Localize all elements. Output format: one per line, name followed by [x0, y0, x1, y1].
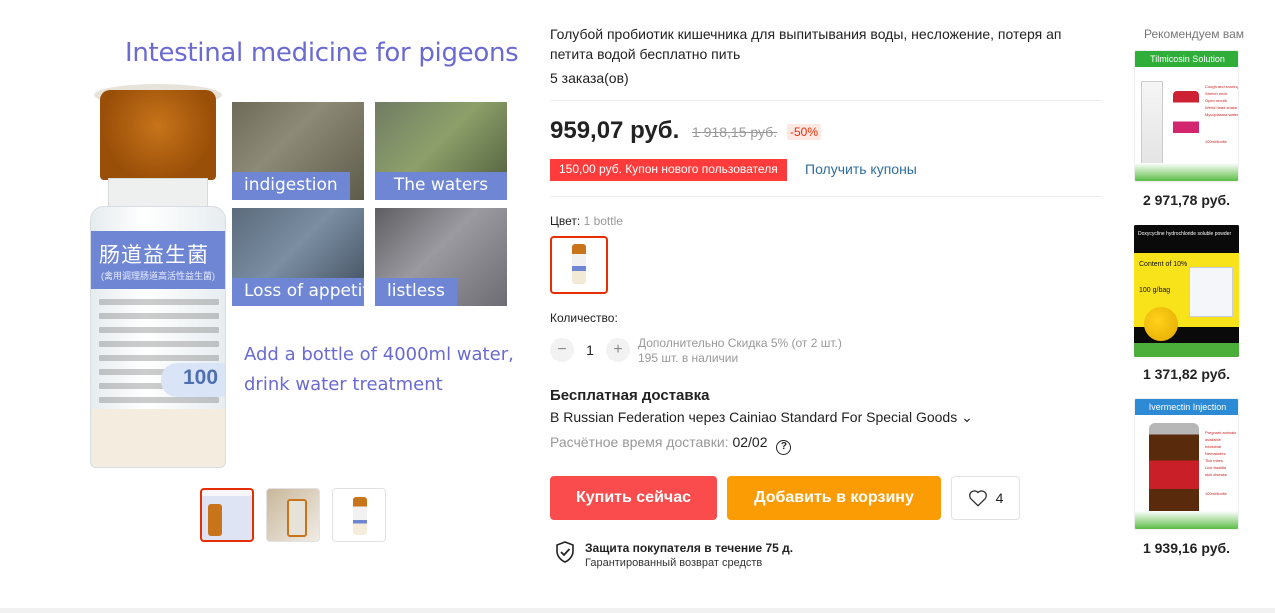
bottle-badge: 100	[161, 363, 225, 397]
symptom-photo-indigestion: indigestion	[232, 102, 364, 200]
quantity-label: Количество:	[550, 311, 618, 325]
orders-count: 5 заказа(ов)	[550, 70, 629, 86]
note-line: Stretch neck	[1205, 91, 1228, 96]
note-line: Nematodes	[1205, 451, 1226, 456]
photo-tag: indigestion	[232, 172, 350, 200]
color-swatch-1-bottle[interactable]	[550, 236, 608, 294]
weight-note: 100 g/bag	[1139, 287, 1171, 294]
color-value: 1 bottle	[583, 214, 623, 228]
recommended-item[interactable]: Doxycycline hydrochloride soluble powder…	[1134, 225, 1239, 357]
old-price: 1 918,15 руб.	[692, 124, 778, 140]
product-label: Doxycycline hydrochloride soluble powder	[1134, 225, 1239, 247]
shipping-method[interactable]: В Russian Federation через Cainiao Stand…	[550, 409, 973, 426]
note-line: 100ml/bottle	[1205, 491, 1227, 496]
add-to-cart-button[interactable]: Добавить в корзину	[727, 476, 941, 520]
note-line: Open mouth	[1205, 98, 1228, 103]
delivery-estimate: Расчётное время доставки: 02/02 ?	[550, 434, 792, 455]
symptom-photo-listless: listless	[375, 208, 507, 306]
symptom-photo-waters: The waters	[375, 102, 507, 200]
bottle-label-cn: 肠道益生菌	[99, 243, 209, 267]
page-divider	[0, 608, 1275, 613]
quantity-note: Дополнительно Скидка 5% (от 2 шт.) 195 ш…	[638, 336, 842, 366]
recommended-item[interactable]: Tilmicosin Solution Cough and snoring St…	[1134, 50, 1239, 182]
photo-tag: listless	[375, 278, 457, 306]
bulk-discount-text: Дополнительно Скидка 5% (от 2 шт.)	[638, 336, 842, 350]
product-title: Голубой пробиотик кишечника для выпитыва…	[550, 26, 1062, 62]
note-line: 100ml/bottle	[1205, 139, 1227, 144]
recommended-price: 1 371,82 руб.	[1142, 366, 1231, 382]
recommended-price: 2 971,78 руб.	[1142, 192, 1231, 208]
delivery-date: 02/02	[732, 434, 768, 450]
thumbnail-3[interactable]	[332, 488, 386, 542]
symptom-photo-appetite: Loss of appetite	[232, 208, 364, 306]
current-price: 959,07 руб.	[550, 117, 680, 144]
discount-badge: -50%	[787, 124, 822, 140]
gallery-usage-text: Add a bottle of 4000ml water, drink wate…	[244, 340, 514, 400]
quantity-minus-button[interactable]: −	[550, 338, 574, 362]
usage-line-1: Add a bottle of 4000ml water,	[244, 344, 514, 365]
stock-text: 195 шт. в наличии	[638, 351, 739, 365]
note-line: Lice fastidid	[1205, 465, 1227, 470]
shipping-method-text: В Russian Federation через Cainiao Stand…	[550, 409, 958, 425]
quantity-input[interactable]: 1	[574, 342, 606, 358]
medicine-bottle-image: 肠道益生菌 (禽用调理肠道高活性益生菌) 100	[86, 84, 228, 470]
thumbnail-1[interactable]	[200, 488, 254, 542]
divider	[550, 100, 1102, 101]
protection-subtitle: Гарантированный возврат средств	[585, 557, 763, 569]
product-notes: Cough and snoring Stretch neck Open mout…	[1205, 83, 1239, 145]
chevron-down-icon: ⌄	[961, 409, 973, 425]
note-line: Weird head shake	[1205, 105, 1238, 110]
photo-tag: Loss of appetite	[232, 278, 364, 306]
usage-line-2: drink water treatment	[244, 374, 443, 395]
buyer-protection: Защита покупателя в течение 75 д. Гарант…	[555, 541, 793, 569]
photo-tag: The waters	[375, 172, 507, 200]
thumbnail-2[interactable]	[266, 488, 320, 542]
color-label-text: Цвет:	[550, 214, 581, 228]
product-label: Ivermectin Injection	[1135, 399, 1238, 415]
divider	[550, 196, 1102, 197]
gallery-title: Intestinal medicine for pigeons	[125, 38, 519, 68]
thumbnail-strip	[200, 488, 386, 542]
recommended-item[interactable]: Ivermectin Injection Pregnant animals av…	[1134, 398, 1239, 530]
quantity-stepper: − 1 +	[550, 338, 630, 362]
content-note: Content of 10%	[1139, 261, 1188, 268]
quantity-plus-button[interactable]: +	[606, 338, 630, 362]
note-line: Pregnant animals available	[1205, 430, 1237, 442]
buy-now-button[interactable]: Купить сейчас	[550, 476, 717, 520]
get-coupons-link[interactable]: Получить купоны	[805, 161, 917, 177]
recommended-title: Рекомендуем вам	[1144, 27, 1245, 41]
product-notes: Pregnant animals available Intestinal Ne…	[1205, 429, 1238, 497]
protection-title: Защита покупателя в течение 75 д.	[585, 541, 794, 555]
note-line: Intestinal	[1205, 444, 1222, 449]
color-label: Цвет: 1 bottle	[550, 214, 623, 228]
help-icon[interactable]: ?	[776, 440, 792, 455]
bottle-label-sub: (禽用调理肠道高活性益生菌)	[101, 271, 215, 281]
heart-icon	[968, 490, 987, 507]
new-user-coupon: 150,00 руб. Купон нового пользователя	[550, 159, 787, 181]
shipping-title: Бесплатная доставка	[550, 387, 710, 404]
shield-check-icon	[556, 541, 574, 563]
product-label: Tilmicosin Solution	[1135, 51, 1238, 67]
note-line: Cough and snoring	[1205, 84, 1239, 89]
note-line: Mycoplasma water	[1205, 112, 1239, 117]
wishlist-count: 4	[995, 490, 1004, 506]
wishlist-button[interactable]: 4	[951, 476, 1020, 520]
recommended-price: 1 939,16 руб.	[1142, 540, 1231, 556]
product-gallery[interactable]: Intestinal medicine for pigeons 肠道益生菌 (禽…	[70, 20, 520, 475]
note-line: Tick mites	[1205, 458, 1223, 463]
delivery-label: Расчётное время доставки:	[550, 434, 729, 450]
note-line: skin disease	[1205, 472, 1228, 477]
